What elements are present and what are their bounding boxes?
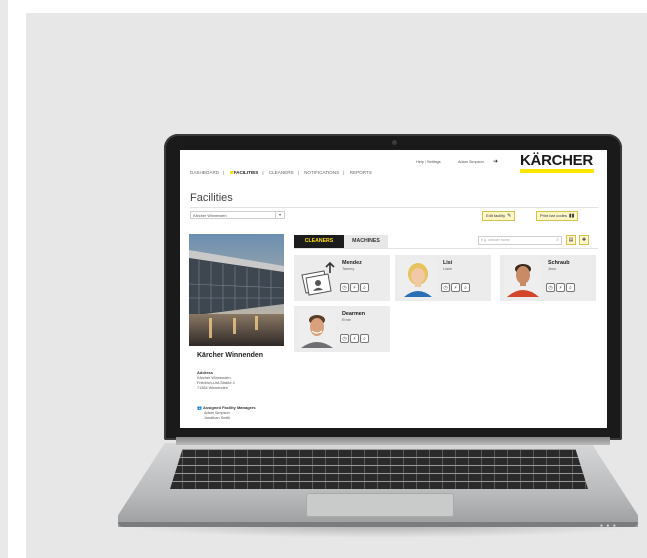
assign-icon[interactable]: ⚡ (350, 334, 359, 343)
search-icon[interactable]: ⌕ (360, 283, 369, 292)
tab-machines[interactable]: MACHINES (344, 235, 388, 248)
nav-notifications[interactable]: NOTIFICATIONS (304, 170, 339, 175)
laptop-front-edge (118, 522, 638, 527)
address-line: Kärcher Winnenden (197, 376, 231, 380)
nav-separator: | (297, 170, 299, 175)
nav-separator: | (343, 170, 345, 175)
barcode-icon: ▮▮ (568, 213, 575, 219)
cleaner-first-name: Jens (548, 267, 557, 271)
add-cleaner-icon[interactable]: ✚ (579, 235, 589, 245)
laptop-trackpad (306, 493, 454, 517)
assign-icon[interactable]: ⚡ (350, 283, 359, 292)
pencil-icon: ✎ (507, 213, 512, 219)
history-icon[interactable]: ◷ (340, 334, 349, 343)
speaker-dots-icon: ● ● ● (600, 523, 617, 529)
cleaner-card[interactable]: Lisi Liane ◷ ⚡ ⌕ (395, 255, 491, 301)
address-line: 71364 Winnenden (197, 386, 228, 390)
history-icon[interactable]: ◷ (340, 283, 349, 292)
address-heading: Address (197, 370, 214, 375)
nav-reports[interactable]: REPORTS (350, 170, 372, 175)
cleaner-photo (298, 310, 336, 348)
search-icon[interactable]: ⌕ (566, 283, 575, 292)
search-icon[interactable]: ⌕ (360, 334, 369, 343)
title-divider (190, 207, 598, 208)
cleaner-first-name: Liane (443, 267, 453, 271)
nav-facilities[interactable]: FACILITIES (230, 170, 259, 175)
cleaner-first-name: Ernie (342, 318, 351, 322)
nav-separator: | (223, 170, 225, 175)
chevron-down-icon: ▾ (275, 212, 284, 218)
print-bar-codes-button[interactable]: Print bar codes ▮▮ (536, 211, 579, 221)
cleaner-last-name[interactable]: Schraub (548, 260, 570, 266)
cleaner-last-name[interactable]: Dearmen (342, 311, 365, 317)
laptop-keyboard (170, 449, 588, 489)
cleaner-last-name[interactable]: Mendez (342, 260, 362, 266)
cleaner-photo (399, 259, 437, 297)
facility-building-image (189, 234, 284, 346)
cleaner-card[interactable]: Schraub Jens ◷ ⚡ ⌕ (500, 255, 596, 301)
search-input[interactable]: e.g. cleaner name ⌕ (478, 236, 562, 245)
search-placeholder: e.g. cleaner name (481, 238, 510, 242)
brand-wordmark: KÄRCHER (520, 152, 593, 169)
edit-facility-label: Edit facility (486, 213, 506, 218)
brand-logo: KÄRCHER (520, 153, 596, 175)
facility-select-value: Kärcher Winnenden (193, 214, 227, 218)
tab-cleaners[interactable]: CLEANERS (294, 235, 344, 248)
cleaner-photo (504, 259, 542, 297)
assign-icon[interactable]: ⚡ (556, 283, 565, 292)
nav-separator: | (262, 170, 264, 175)
manager-name[interactable]: Adam Simpson (204, 411, 230, 415)
nav-dashboard[interactable]: DASHBOARD (190, 170, 219, 175)
left-edge-strip (0, 0, 8, 558)
help-settings-link[interactable]: Help / Settings (416, 160, 441, 164)
tabs-divider (294, 248, 598, 249)
webcam-icon (392, 140, 397, 145)
facility-photo (189, 234, 284, 346)
cleaner-first-name: Tammy (342, 267, 355, 271)
managers-heading-label: Assigned Facility Managers (202, 405, 256, 410)
user-name-link[interactable]: Adam Simpson (458, 160, 484, 164)
managers-heading: 👥 Assigned Facility Managers (197, 405, 256, 410)
nav-cleaners[interactable]: CLEANERS (269, 170, 294, 175)
history-icon[interactable]: ◷ (546, 283, 555, 292)
logout-icon[interactable]: ➜ (493, 158, 498, 165)
history-icon[interactable]: ◷ (441, 283, 450, 292)
manager-name[interactable]: Jonathan Smith (204, 416, 230, 420)
cleaner-card[interactable]: Dearmen Ernie ◷ ⚡ ⌕ (294, 306, 390, 352)
assign-icon[interactable]: ⚡ (451, 283, 460, 292)
facility-select[interactable]: Kärcher Winnenden ▾ (190, 211, 285, 219)
export-document-icon[interactable]: ▤ (566, 235, 576, 245)
print-bar-codes-label: Print bar codes (540, 213, 567, 218)
facility-name: Kärcher Winnenden (197, 352, 264, 359)
cleaner-card[interactable]: Mendez Tammy ◷ ⚡ ⌕ (294, 255, 390, 301)
search-icon[interactable]: ⌕ (461, 283, 470, 292)
brand-yellow-bar (520, 169, 594, 173)
edit-facility-button[interactable]: Edit facility ✎ (482, 211, 516, 221)
cleaner-last-name[interactable]: Lisi (443, 260, 452, 266)
address-line: Friedrich-List-Straße 4 (197, 381, 235, 385)
main-navigation: DASHBOARD | FACILITIES | CLEANERS | NOTIFIC… (190, 170, 376, 175)
laptop-hinge (176, 437, 610, 445)
laptop-screen: DASHBOARD | FACILITIES | CLEANERS | NOTIFIC… (180, 150, 607, 428)
search-icon: ⌕ (556, 237, 559, 243)
upload-photo-placeholder-icon[interactable] (298, 259, 336, 297)
page-title: Facilities (190, 192, 233, 204)
